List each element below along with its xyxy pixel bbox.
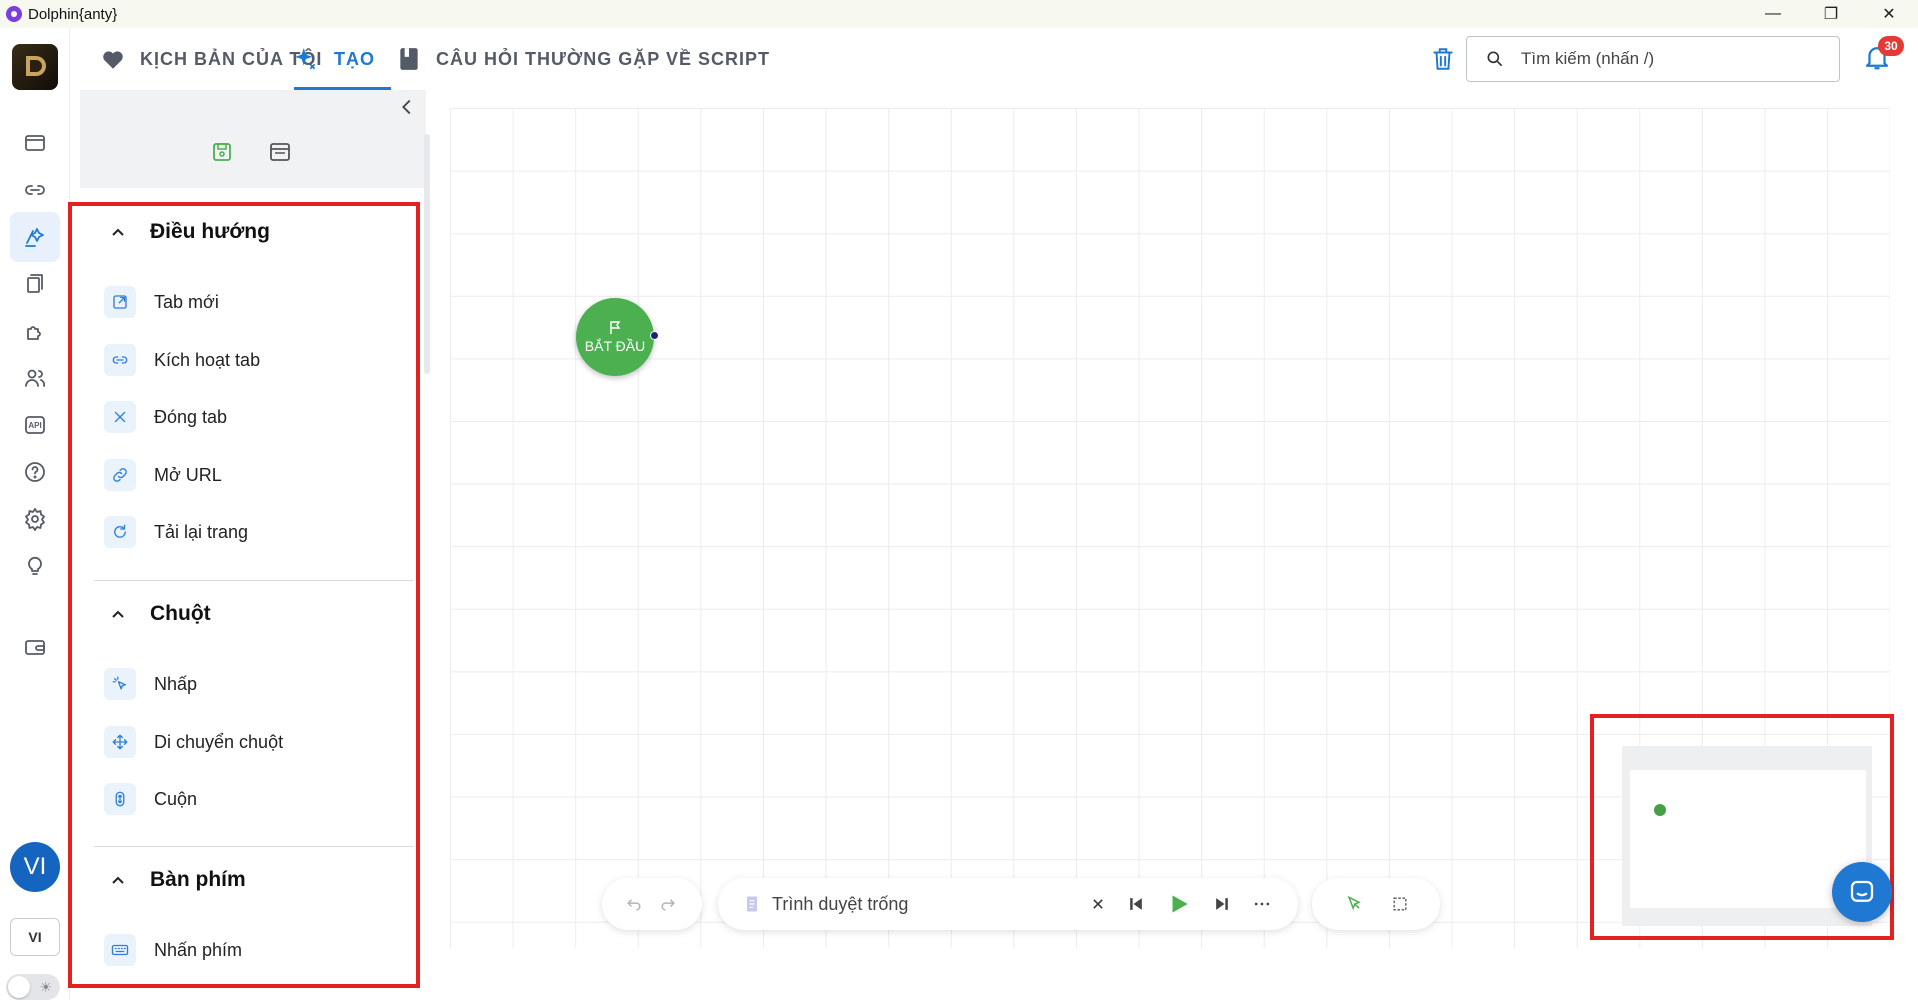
tab-create[interactable]: TẠO (294, 28, 391, 90)
rail-extensions-icon[interactable] (10, 306, 60, 356)
browser-profile-icon (747, 896, 757, 912)
rail-browsers-icon[interactable] (10, 118, 60, 168)
app-brand-logo[interactable] (12, 44, 58, 90)
svg-text:API: API (28, 421, 41, 430)
tab-label: TẠO (334, 48, 375, 69)
chevron-left-icon[interactable] (396, 96, 418, 118)
template-icon[interactable] (268, 140, 292, 164)
step-back-icon[interactable] (1126, 894, 1146, 914)
dolphin-logo-icon (6, 6, 22, 22)
panel-header (80, 90, 426, 188)
undo-icon[interactable] (624, 894, 644, 914)
minimize-icon[interactable]: — (1744, 0, 1802, 28)
selection-tools (1312, 878, 1440, 930)
clear-browser-icon[interactable] (1088, 894, 1108, 914)
rail-settings-gear-icon[interactable] (10, 494, 60, 544)
language-button[interactable]: VI (10, 918, 60, 956)
window-controls: — ❐ ✕ (1744, 0, 1918, 28)
more-options-icon[interactable] (1252, 894, 1272, 914)
window-title: Dolphin{anty} (28, 5, 118, 23)
theme-toggle[interactable]: ☀ (6, 974, 60, 1000)
highlight-box-blocks (68, 202, 420, 988)
sparkle-icon (295, 48, 316, 70)
heart-icon (103, 51, 123, 69)
tab-my-scripts[interactable]: KỊCH BẢN CỦA TÔI (100, 28, 322, 90)
close-window-icon[interactable]: ✕ (1860, 0, 1918, 28)
tab-script-faq[interactable]: CÂU HỎI THƯỜNG GẶP VỀ SCRIPT (396, 28, 770, 90)
trash-icon[interactable] (1430, 46, 1456, 72)
sun-icon: ☀ (39, 979, 52, 995)
rail-api-icon[interactable]: API (10, 400, 60, 450)
start-node-label: BẮT ĐẦU (584, 338, 646, 354)
search-icon (1487, 51, 1503, 67)
rail-ideas-bulb-icon[interactable] (10, 541, 60, 591)
rail-proxy-link-icon[interactable] (10, 165, 60, 215)
run-controls: Trình duyệt trống (718, 878, 1298, 930)
rail-help-icon[interactable] (10, 447, 60, 497)
select-cursor-icon[interactable] (1344, 894, 1364, 914)
browser-label[interactable]: Trình duyệt trống (772, 894, 908, 915)
marquee-select-icon[interactable] (1390, 894, 1410, 914)
history-controls (602, 878, 702, 930)
left-rail: API VI VI ☀ (0, 28, 70, 1000)
play-icon[interactable] (1166, 891, 1192, 917)
window-titlebar: Dolphin{anty} — ❐ ✕ (0, 0, 1918, 28)
search-input[interactable] (1521, 49, 1821, 69)
rail-automation-icon[interactable] (10, 212, 60, 262)
chat-icon (1850, 880, 1874, 902)
book-icon (400, 48, 418, 70)
flag-icon (610, 321, 621, 334)
rail-wallet-icon[interactable] (10, 622, 60, 672)
panel-scrollbar[interactable] (424, 134, 430, 374)
restore-icon[interactable]: ❐ (1802, 0, 1860, 28)
top-navigation: KỊCH BẢN CỦA TÔI TẠO CÂU HỎI THƯỜNG GẶP … (70, 28, 1918, 90)
start-node[interactable]: BẮT ĐẦU (576, 298, 654, 376)
step-forward-icon[interactable] (1212, 894, 1232, 914)
rail-team-icon[interactable] (10, 353, 60, 403)
support-chat-button[interactable] (1832, 862, 1892, 922)
redo-icon[interactable] (658, 894, 678, 914)
search-box[interactable] (1466, 36, 1840, 82)
rail-bookmarks-icon[interactable] (10, 259, 60, 309)
tab-label: CÂU HỎI THƯỜNG GẶP VỀ SCRIPT (436, 48, 770, 69)
notification-badge: 30 (1878, 36, 1904, 56)
user-avatar[interactable]: VI (10, 842, 60, 892)
start-node-output-handle[interactable] (650, 331, 659, 340)
save-icon[interactable] (210, 140, 234, 164)
